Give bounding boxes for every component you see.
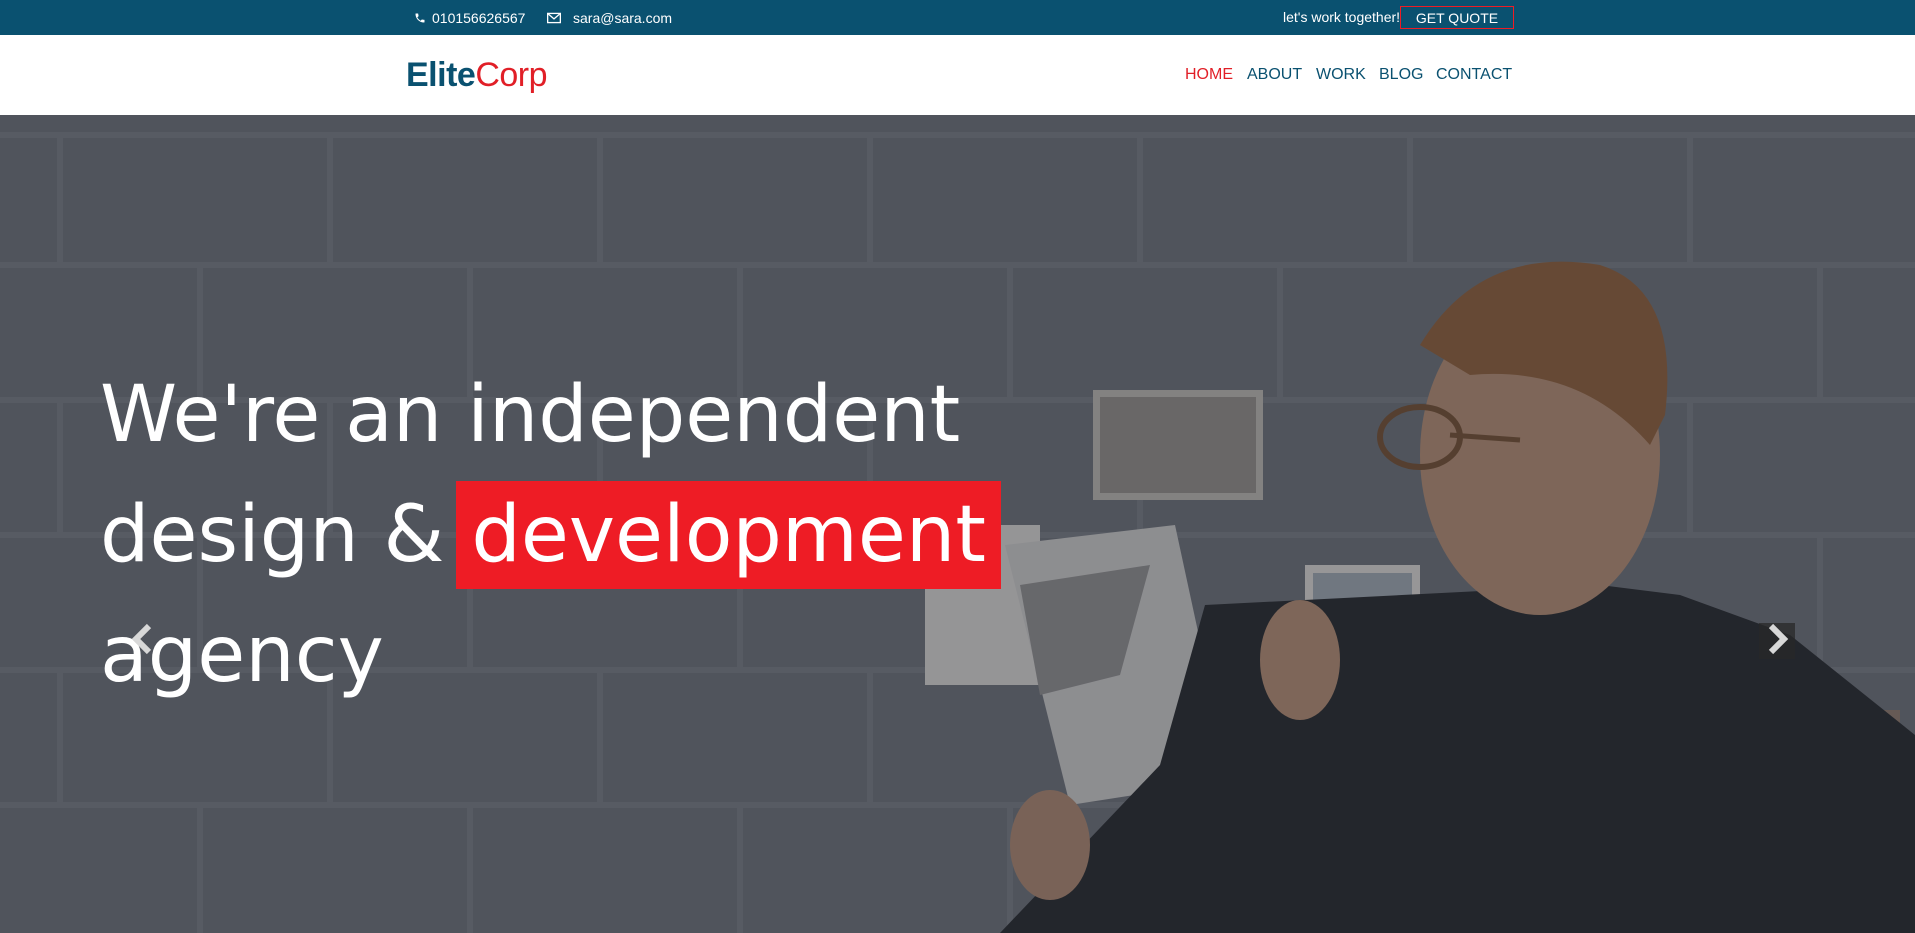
slider-prev-button[interactable] xyxy=(125,623,161,659)
hero-slider: We're an independent design & development… xyxy=(0,115,1915,933)
headline-highlight: development xyxy=(456,481,1001,589)
top-bar: 010156626567 sara@sara.com let's work to… xyxy=(0,0,1915,35)
get-quote-button[interactable]: GET QUOTE xyxy=(1400,6,1514,29)
nav-contact[interactable]: CONTACT xyxy=(1436,66,1512,84)
nav-blog[interactable]: BLOG xyxy=(1379,66,1423,84)
headline-line-3: agency xyxy=(100,610,384,700)
nav-home[interactable]: HOME xyxy=(1185,66,1233,84)
email-address: sara@sara.com xyxy=(573,9,673,26)
headline-line-1: We're an independent xyxy=(100,370,961,460)
email-contact[interactable]: sara@sara.com xyxy=(547,0,672,35)
phone-icon xyxy=(414,12,426,24)
headline-line-2: design & development xyxy=(100,475,1001,595)
slider-next-button[interactable] xyxy=(1759,623,1795,659)
phone-contact[interactable]: 010156626567 xyxy=(414,0,525,35)
headline-prefix: design & xyxy=(100,490,445,580)
nav-work[interactable]: WORK xyxy=(1316,66,1366,84)
logo[interactable]: EliteCorp xyxy=(406,55,548,95)
logo-part-corp: Corp xyxy=(475,56,548,94)
chevron-right-icon xyxy=(1764,623,1790,660)
logo-part-elite: Elite xyxy=(406,56,476,94)
envelope-icon xyxy=(547,12,561,24)
site-header: EliteCorp HOME ABOUT WORK BLOG CONTACT xyxy=(0,35,1915,115)
phone-number: 010156626567 xyxy=(432,9,526,26)
tagline: let's work together! xyxy=(1283,9,1401,25)
chevron-left-icon xyxy=(130,623,156,660)
nav-about[interactable]: ABOUT xyxy=(1247,66,1302,84)
hero-headline: We're an independent design & development… xyxy=(100,355,1001,715)
